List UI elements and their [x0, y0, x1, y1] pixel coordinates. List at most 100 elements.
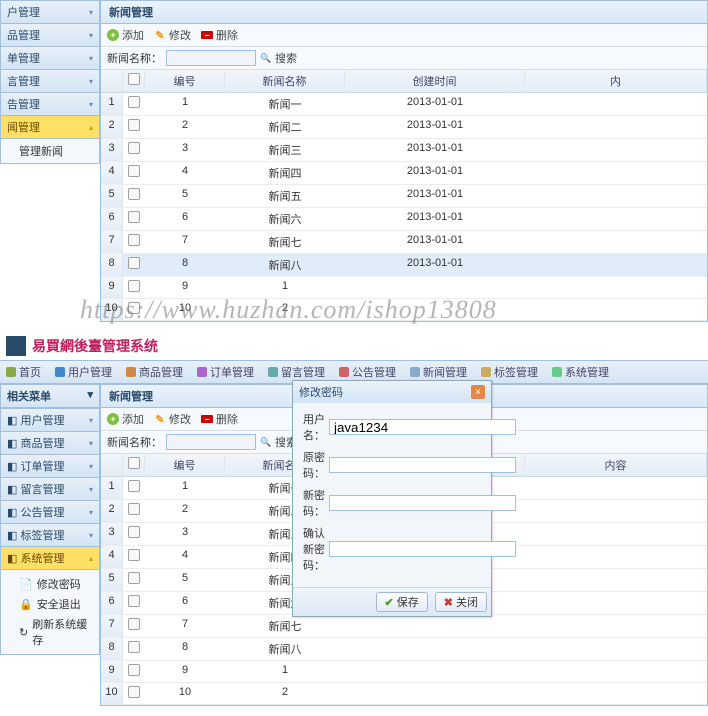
confirm-password-input[interactable]	[329, 541, 516, 557]
sidebar-item[interactable]: 户管理▾	[0, 0, 100, 24]
topnav-item[interactable]: 公告管理	[339, 364, 396, 380]
edit-button[interactable]: ✎修改	[154, 27, 191, 43]
brand-title: 易買網後臺管理系统	[32, 336, 158, 356]
topnav-item[interactable]: 系统管理	[552, 364, 609, 380]
chevron-down-icon: ▾	[89, 100, 93, 109]
topnav-item[interactable]: 商品管理	[126, 364, 183, 380]
nav-icon	[339, 367, 349, 377]
table-row[interactable]: 11新闻一2013-01-01	[101, 93, 707, 116]
sidebar-sub-item[interactable]: 管理新闻	[0, 139, 100, 164]
topnav-item[interactable]: 首页	[6, 364, 41, 380]
row-checkbox[interactable]	[128, 549, 140, 561]
sidebar-item[interactable]: ◧ 标签管理▾	[0, 524, 100, 547]
sidebar-item[interactable]: 言管理▾	[0, 70, 100, 93]
row-checkbox[interactable]	[128, 119, 140, 131]
table-row[interactable]: 77新闻七2013-01-01	[101, 231, 707, 254]
table-row[interactable]: 88新闻八	[101, 638, 707, 661]
row-checkbox[interactable]	[128, 618, 140, 630]
delete-button[interactable]: −删除	[201, 27, 238, 43]
select-all-checkbox[interactable]	[128, 73, 140, 85]
dialog-close-button[interactable]: ×	[471, 385, 485, 399]
pencil-icon: ✎	[154, 29, 166, 41]
table-row[interactable]: 33新闻三2013-01-01	[101, 139, 707, 162]
topnav-item[interactable]: 标签管理	[481, 364, 538, 380]
row-checkbox[interactable]	[128, 572, 140, 584]
row-checkbox[interactable]	[128, 480, 140, 492]
username-input[interactable]	[329, 419, 516, 435]
old-password-input[interactable]	[329, 457, 516, 473]
select-all-checkbox[interactable]	[128, 457, 140, 469]
chevron-down-icon: ▾	[89, 462, 93, 471]
nav-icon	[55, 367, 65, 377]
x-icon: ✖	[444, 596, 453, 609]
username-label: 用户名：	[303, 411, 325, 443]
topnav-item[interactable]: 新闻管理	[410, 364, 467, 380]
row-checkbox[interactable]	[128, 257, 140, 269]
row-checkbox[interactable]	[128, 188, 140, 200]
chevron-down-icon: ▾	[89, 439, 93, 448]
row-checkbox[interactable]	[128, 165, 140, 177]
search-icon: 🔍	[260, 436, 272, 448]
nav-icon	[552, 367, 562, 377]
topnav-item[interactable]: 留言管理	[268, 364, 325, 380]
search-label: 新闻名称：	[107, 50, 162, 66]
table-row[interactable]: 10102	[101, 683, 707, 705]
sidebar-item[interactable]: ◧ 商品管理▾	[0, 432, 100, 455]
dialog-title-text: 修改密码	[299, 384, 343, 400]
sidebar-item[interactable]: ◧ 留言管理▾	[0, 478, 100, 501]
sidebar-sub-item[interactable]: 📄修改密码	[19, 574, 93, 594]
sidebar-item[interactable]: ◧ 用户管理▾	[0, 408, 100, 432]
minus-icon: −	[201, 415, 213, 423]
add-button[interactable]: +添加	[107, 411, 144, 427]
delete-button[interactable]: −删除	[201, 411, 238, 427]
file-icon: 📄	[19, 578, 33, 591]
search-input[interactable]	[166, 434, 256, 450]
close-button[interactable]: ✖关闭	[435, 592, 487, 612]
topnav-item[interactable]: 订单管理	[197, 364, 254, 380]
table-row[interactable]: 88新闻八2013-01-01	[101, 254, 707, 277]
table-row[interactable]: 10102	[101, 299, 707, 321]
check-icon: ✔	[385, 596, 394, 609]
nav-icon	[268, 367, 278, 377]
sidebar-item[interactable]: 告管理▾	[0, 93, 100, 116]
row-checkbox[interactable]	[128, 142, 140, 154]
table-row[interactable]: 55新闻五2013-01-01	[101, 185, 707, 208]
sidebar-item[interactable]: 闻管理▴	[0, 116, 100, 139]
table-row[interactable]: 77新闻七	[101, 615, 707, 638]
row-checkbox[interactable]	[128, 526, 140, 538]
sidebar-item[interactable]: 品管理▾	[0, 24, 100, 47]
row-checkbox[interactable]	[128, 96, 140, 108]
row-checkbox[interactable]	[128, 664, 140, 676]
row-checkbox[interactable]	[128, 595, 140, 607]
row-checkbox[interactable]	[128, 503, 140, 515]
row-checkbox[interactable]	[128, 641, 140, 653]
row-checkbox[interactable]	[128, 234, 140, 246]
row-checkbox[interactable]	[128, 211, 140, 223]
sidebar-item[interactable]: ◧ 系统管理▴	[0, 547, 100, 570]
row-checkbox[interactable]	[128, 280, 140, 292]
chevron-down-icon: ▾	[89, 31, 93, 40]
sidebar-item[interactable]: 单管理▾	[0, 47, 100, 70]
table-row[interactable]: 991	[101, 661, 707, 683]
table-row[interactable]: 44新闻四2013-01-01	[101, 162, 707, 185]
search-button[interactable]: 🔍搜索	[260, 50, 297, 66]
edit-button[interactable]: ✎修改	[154, 411, 191, 427]
table-row[interactable]: 991	[101, 277, 707, 299]
topnav-item[interactable]: 用户管理	[55, 364, 112, 380]
new-password-input[interactable]	[329, 495, 516, 511]
search-input[interactable]	[166, 50, 256, 66]
sidebar-item[interactable]: ◧ 订单管理▾	[0, 455, 100, 478]
nav-icon	[126, 367, 136, 377]
search-label: 新闻名称：	[107, 434, 162, 450]
chevron-down-icon: ▾	[89, 531, 93, 540]
row-checkbox[interactable]	[128, 302, 140, 314]
table-row[interactable]: 22新闻二2013-01-01	[101, 116, 707, 139]
save-button[interactable]: ✔保存	[376, 592, 428, 612]
table-row[interactable]: 66新闻六2013-01-01	[101, 208, 707, 231]
chevron-down-icon: ▾	[89, 54, 93, 63]
row-checkbox[interactable]	[128, 686, 140, 698]
sidebar-sub-item[interactable]: ↻刷新系统缓存	[19, 614, 93, 650]
sidebar-item[interactable]: ◧ 公告管理▾	[0, 501, 100, 524]
add-button[interactable]: +添加	[107, 27, 144, 43]
sidebar-sub-item[interactable]: 🔒安全退出	[19, 594, 93, 614]
